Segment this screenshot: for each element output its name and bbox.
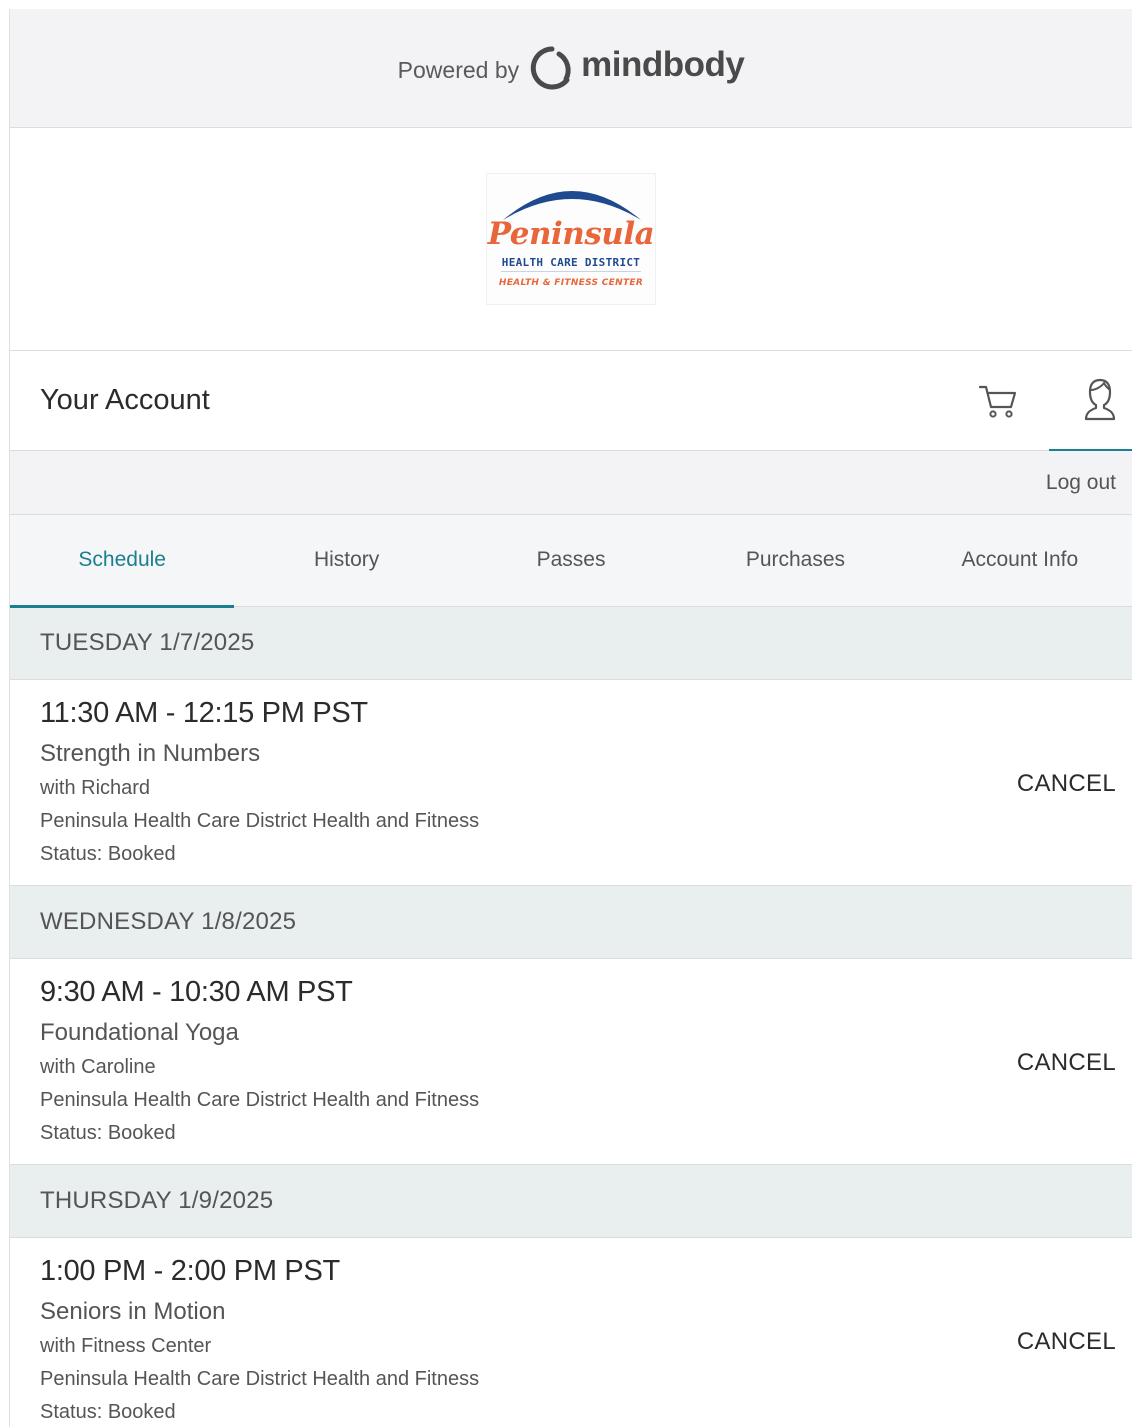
tab-purchases[interactable]: Purchases (683, 515, 907, 606)
studio-logo-area: Peninsula HEALTH CARE DISTRICT HEALTH & … (10, 128, 1132, 351)
user-icon[interactable] (1082, 377, 1118, 421)
logout-link[interactable]: Log out (1046, 471, 1116, 495)
booking-instructor: with Richard (40, 777, 151, 799)
booking-status: Status: Booked (40, 1122, 176, 1144)
booking-instructor: with Fitness Center (40, 1335, 212, 1357)
booking-location: Peninsula Health Care District Health an… (40, 1089, 480, 1111)
booking-time: 11:30 AM - 12:15 PM PST (40, 697, 368, 729)
booking-time: 1:00 PM - 2:00 PM PST (40, 1255, 340, 1287)
account-tabs: Schedule History Passes Purchases Accoun… (10, 515, 1132, 608)
mindbody-wordmark: mindbody (581, 45, 745, 84)
cancel-button[interactable]: CANCEL (1017, 770, 1116, 798)
booking-time: 9:30 AM - 10:30 AM PST (40, 976, 353, 1008)
cart-icon[interactable] (978, 383, 1018, 419)
cancel-button[interactable]: CANCEL (1017, 1328, 1116, 1356)
day-header: WEDNESDAY 1/8/2025 (10, 886, 1132, 959)
booking-status: Status: Booked (40, 1401, 176, 1423)
logo-subtitle: HEALTH CARE DISTRICT (501, 256, 641, 269)
app-frame: Powered by mindbody Peninsula HEALTH CAR… (9, 9, 1132, 1427)
mindbody-logo[interactable]: mindbody (529, 45, 745, 91)
schedule-list: TUESDAY 1/7/2025 11:30 AM - 12:15 PM PST… (10, 607, 1132, 1427)
logout-bar: Log out (10, 451, 1132, 515)
booking-location: Peninsula Health Care District Health an… (40, 1368, 480, 1390)
account-header: Your Account (10, 351, 1132, 452)
booking-class-name: Seniors in Motion (40, 1298, 226, 1325)
logo-divider (501, 271, 641, 272)
booking-item: 11:30 AM - 12:15 PM PST Strength in Numb… (10, 680, 1132, 886)
logo-script-text: Peninsula (487, 216, 655, 252)
day-header: THURSDAY 1/9/2025 (10, 1165, 1132, 1238)
powered-by-text: Powered by (397, 56, 520, 83)
tab-history[interactable]: History (234, 515, 458, 606)
tab-schedule[interactable]: Schedule (10, 515, 235, 608)
logo-tagline: HEALTH & FITNESS CENTER (498, 278, 644, 288)
booking-status: Status: Booked (40, 843, 176, 865)
tab-passes[interactable]: Passes (459, 515, 683, 606)
booking-item: 9:30 AM - 10:30 AM PST Foundational Yoga… (10, 959, 1132, 1165)
day-header: TUESDAY 1/7/2025 (10, 607, 1132, 680)
studio-logo: Peninsula HEALTH CARE DISTRICT HEALTH & … (486, 173, 656, 305)
booking-location: Peninsula Health Care District Health an… (40, 810, 480, 832)
cancel-button[interactable]: CANCEL (1017, 1049, 1116, 1077)
booking-instructor: with Caroline (40, 1056, 156, 1078)
tab-account-info[interactable]: Account Info (908, 515, 1132, 606)
page-title: Your Account (40, 384, 210, 416)
booking-item: 1:00 PM - 2:00 PM PST Seniors in Motion … (10, 1238, 1132, 1427)
booking-class-name: Foundational Yoga (40, 1019, 239, 1046)
booking-class-name: Strength in Numbers (40, 740, 261, 767)
powered-by-header: Powered by mindbody (10, 9, 1132, 128)
mindbody-ring-icon (530, 46, 571, 90)
